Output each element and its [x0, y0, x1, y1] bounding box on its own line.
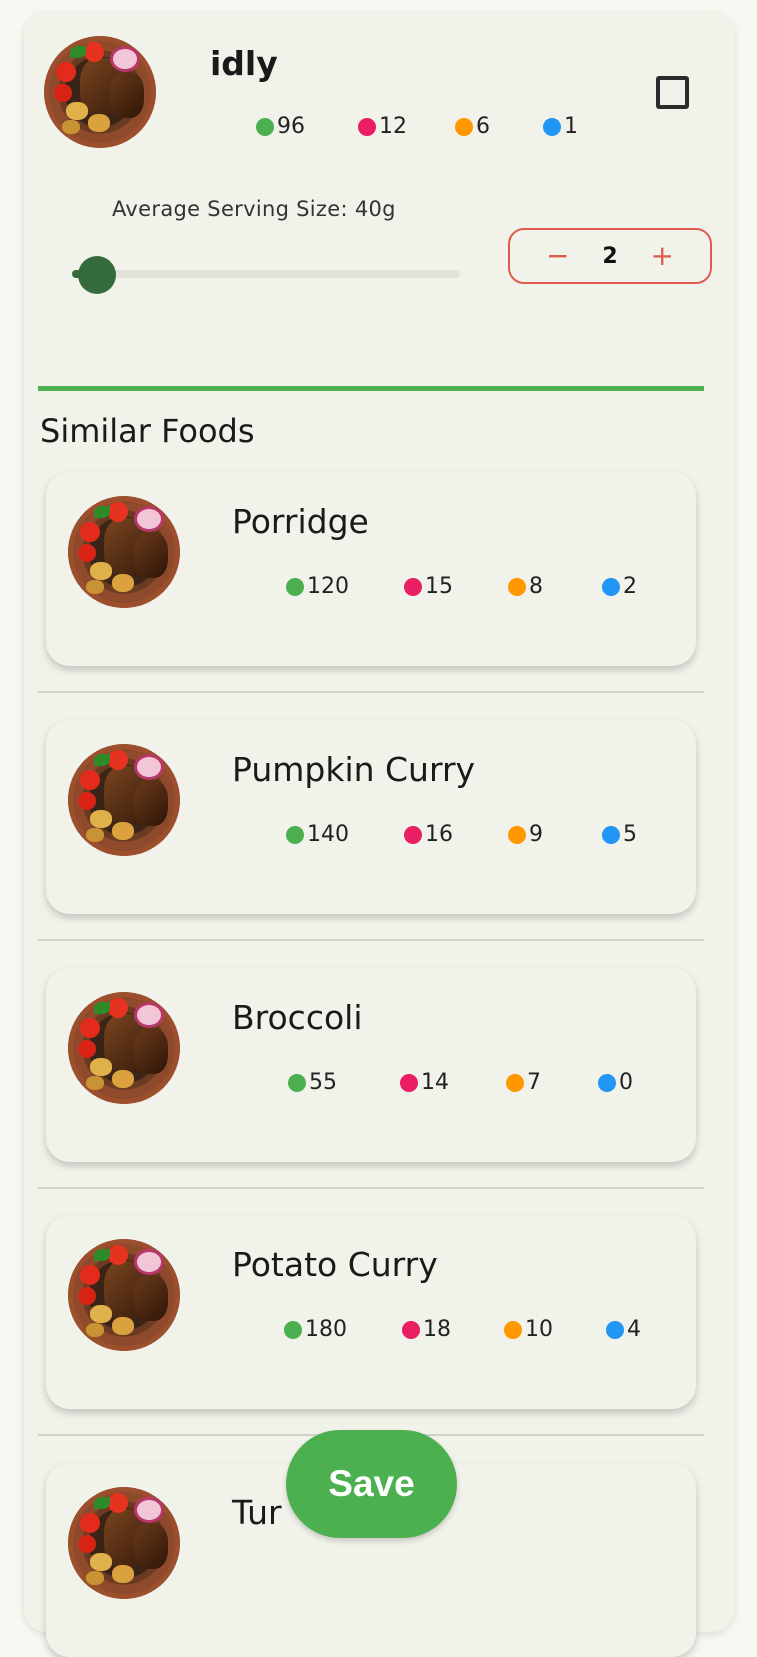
calories-dot-icon — [288, 1073, 306, 1092]
save-button[interactable]: Save — [286, 1430, 457, 1538]
calories-value: 140 — [307, 822, 349, 847]
food-image — [68, 1487, 180, 1599]
calories-dot-icon — [256, 117, 274, 136]
protein-dot-icon — [358, 117, 376, 136]
carbs-value: 7 — [527, 1070, 541, 1095]
macro-row: 180 18 10 4 — [284, 1317, 641, 1342]
protein-dot-icon — [400, 1073, 418, 1092]
calories-value: 120 — [307, 574, 349, 599]
similar-food-card[interactable]: Potato Curry 180 18 10 4 — [46, 1215, 696, 1409]
list-divider — [38, 939, 704, 941]
calories-dot-icon — [286, 825, 304, 844]
minus-icon[interactable]: − — [546, 242, 569, 270]
protein-value: 18 — [423, 1317, 451, 1342]
carbs-dot-icon — [506, 1073, 524, 1092]
carbs-value: 8 — [529, 574, 543, 599]
macro-row: 55 14 7 0 — [288, 1070, 633, 1095]
fat-value: 5 — [623, 822, 637, 847]
fat-value: 0 — [619, 1070, 633, 1095]
calories-value: 55 — [309, 1070, 337, 1095]
protein-value: 14 — [421, 1070, 449, 1095]
macro-row: 96 12 6 1 — [256, 114, 578, 139]
fat-dot-icon — [543, 117, 561, 136]
select-checkbox[interactable] — [656, 76, 689, 109]
similar-food-card[interactable]: Broccoli 55 14 7 0 — [46, 968, 696, 1162]
food-title: idly — [210, 44, 278, 83]
food-title: Pumpkin Curry — [232, 750, 476, 789]
calories-value: 180 — [305, 1317, 347, 1342]
calories-dot-icon — [286, 577, 304, 596]
carbs-value: 6 — [476, 114, 490, 139]
fat-value: 4 — [627, 1317, 641, 1342]
food-image — [44, 36, 156, 148]
fat-value: 1 — [564, 114, 578, 139]
fat-dot-icon — [602, 577, 620, 596]
fat-dot-icon — [602, 825, 620, 844]
food-image — [68, 744, 180, 856]
protein-dot-icon — [404, 577, 422, 596]
list-divider — [38, 691, 704, 693]
carbs-value: 10 — [525, 1317, 553, 1342]
food-title: Tur — [232, 1493, 282, 1532]
food-image — [68, 496, 180, 608]
food-title: Potato Curry — [232, 1245, 438, 1284]
food-image — [68, 992, 180, 1104]
quantity-value: 2 — [602, 243, 618, 269]
section-divider — [38, 386, 704, 391]
calories-value: 96 — [277, 114, 305, 139]
protein-value: 15 — [425, 574, 453, 599]
quantity-stepper: − 2 + — [508, 228, 712, 284]
fat-value: 2 — [623, 574, 637, 599]
similar-food-card[interactable]: Pumpkin Curry 140 16 9 5 — [46, 720, 696, 914]
protein-value: 12 — [379, 114, 407, 139]
serving-size-label: Average Serving Size: 40g — [112, 197, 396, 221]
carbs-dot-icon — [508, 577, 526, 596]
serving-slider-thumb[interactable] — [78, 256, 116, 294]
protein-value: 16 — [425, 822, 453, 847]
similar-foods-title: Similar Foods — [40, 412, 255, 450]
fat-dot-icon — [598, 1073, 616, 1092]
carbs-dot-icon — [508, 825, 526, 844]
protein-dot-icon — [402, 1320, 420, 1339]
carbs-dot-icon — [504, 1320, 522, 1339]
food-title: Broccoli — [232, 998, 363, 1037]
carbs-value: 9 — [529, 822, 543, 847]
macro-row: 140 16 9 5 — [286, 822, 637, 847]
fat-dot-icon — [606, 1320, 624, 1339]
serving-slider-track[interactable] — [74, 270, 460, 278]
food-image — [68, 1239, 180, 1351]
calories-dot-icon — [284, 1320, 302, 1339]
list-divider — [38, 1187, 704, 1189]
carbs-dot-icon — [455, 117, 473, 136]
protein-dot-icon — [404, 825, 422, 844]
similar-food-card[interactable]: Porridge 120 15 8 2 — [46, 472, 696, 666]
food-title: Porridge — [232, 502, 369, 541]
macro-row: 120 15 8 2 — [286, 574, 637, 599]
plus-icon[interactable]: + — [651, 242, 674, 270]
